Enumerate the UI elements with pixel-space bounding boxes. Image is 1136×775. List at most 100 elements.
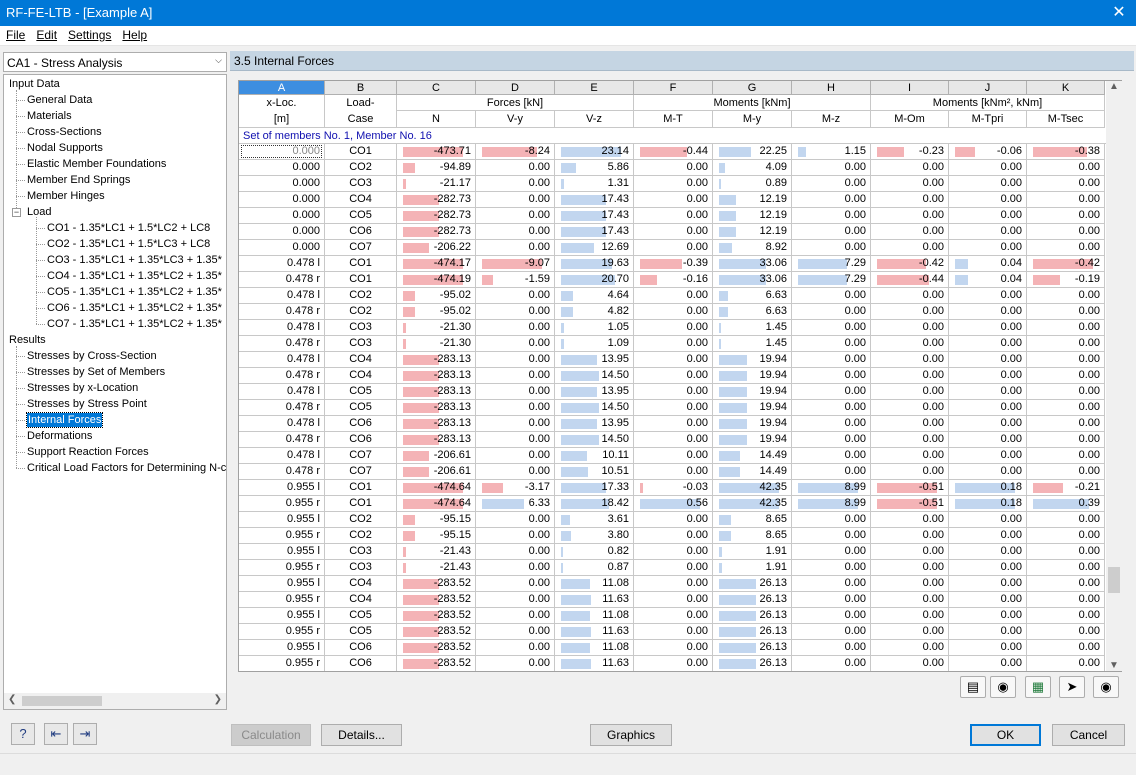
table-cell-h[interactable]: 0.00 [792, 336, 871, 352]
table-cell-f[interactable]: 0.00 [634, 608, 713, 624]
table-cell-c[interactable]: -95.15 [397, 512, 476, 528]
table-cell-b[interactable]: CO2 [325, 288, 397, 304]
table-cell-a[interactable]: 0.955 r [239, 656, 325, 671]
table-cell-j[interactable]: 0.00 [949, 352, 1027, 368]
close-icon[interactable]: ✕ [1102, 0, 1136, 26]
table-cell-h[interactable]: 7.29 [792, 256, 871, 272]
table-cell-b[interactable]: CO1 [325, 480, 397, 496]
table-cell-d[interactable]: 0.00 [476, 544, 555, 560]
table-cell-g[interactable]: 8.65 [713, 528, 792, 544]
table-cell-j[interactable]: -0.06 [949, 144, 1027, 160]
table-cell-i[interactable]: -0.51 [871, 480, 949, 496]
table-cell-j[interactable]: 0.00 [949, 576, 1027, 592]
table-cell-i[interactable]: 0.00 [871, 176, 949, 192]
table-cell-h[interactable]: 0.00 [792, 240, 871, 256]
table-cell-j[interactable]: 0.00 [949, 240, 1027, 256]
table-cell-c[interactable]: -206.22 [397, 240, 476, 256]
table-cell-c[interactable]: -206.61 [397, 448, 476, 464]
table-cell-f[interactable]: 0.00 [634, 592, 713, 608]
table-settings-icon[interactable]: ▤ [960, 676, 986, 698]
ok-button[interactable]: OK [970, 724, 1041, 746]
table-cell-c[interactable]: -282.73 [397, 224, 476, 240]
column-letter-e[interactable]: E [555, 81, 634, 95]
table-cell-k[interactable]: -0.42 [1027, 256, 1105, 272]
nav-item-input-data[interactable]: Input Data [9, 77, 60, 91]
table-cell-h[interactable]: 0.00 [792, 400, 871, 416]
table-cell-f[interactable]: 0.00 [634, 512, 713, 528]
table-cell-e[interactable]: 1.31 [555, 176, 634, 192]
table-cell-h[interactable]: 0.00 [792, 544, 871, 560]
nav-item-elastic-member-foundations[interactable]: Elastic Member Foundations [27, 157, 166, 171]
table-cell-j[interactable]: 0.00 [949, 608, 1027, 624]
table-cell-d[interactable]: 0.00 [476, 512, 555, 528]
table-cell-k[interactable]: 0.00 [1027, 432, 1105, 448]
nav-item-materials[interactable]: Materials [27, 109, 72, 123]
table-cell-c[interactable]: -283.13 [397, 400, 476, 416]
table-cell-d[interactable]: 0.00 [476, 528, 555, 544]
table-cell-b[interactable]: CO5 [325, 608, 397, 624]
table-cell-h[interactable]: 0.00 [792, 512, 871, 528]
table-cell-c[interactable]: -283.13 [397, 384, 476, 400]
table-cell-g[interactable]: 19.94 [713, 432, 792, 448]
table-cell-b[interactable]: CO7 [325, 448, 397, 464]
table-cell-j[interactable]: 0.00 [949, 560, 1027, 576]
table-cell-a[interactable]: 0.478 l [239, 384, 325, 400]
table-cell-g[interactable]: 1.91 [713, 560, 792, 576]
table-cell-k[interactable]: 0.00 [1027, 208, 1105, 224]
table-cell-g[interactable]: 33.06 [713, 272, 792, 288]
table-cell-d[interactable]: 0.00 [476, 384, 555, 400]
table-cell-f[interactable]: -0.44 [634, 144, 713, 160]
table-cell-g[interactable]: 19.94 [713, 416, 792, 432]
table-cell-b[interactable]: CO4 [325, 352, 397, 368]
table-cell-d[interactable]: 0.00 [476, 176, 555, 192]
table-cell-b[interactable]: CO6 [325, 640, 397, 656]
table-cell-b[interactable]: CO6 [325, 416, 397, 432]
table-cell-e[interactable]: 11.63 [555, 624, 634, 640]
table-cell-i[interactable]: 0.00 [871, 592, 949, 608]
table-cell-c[interactable]: -474.17 [397, 256, 476, 272]
table-cell-k[interactable]: 0.00 [1027, 576, 1105, 592]
table-cell-f[interactable]: 0.00 [634, 336, 713, 352]
table-cell-e[interactable]: 20.70 [555, 272, 634, 288]
table-cell-e[interactable]: 13.95 [555, 384, 634, 400]
table-cell-g[interactable]: 14.49 [713, 448, 792, 464]
table-cell-b[interactable]: CO1 [325, 496, 397, 512]
table-cell-f[interactable]: 0.00 [634, 640, 713, 656]
table-cell-c[interactable]: -283.52 [397, 576, 476, 592]
table-cell-c[interactable]: -21.30 [397, 336, 476, 352]
table-cell-h[interactable]: 0.00 [792, 528, 871, 544]
nav-item-results[interactable]: Results [9, 333, 46, 347]
table-cell-e[interactable]: 13.95 [555, 416, 634, 432]
nav-item-load[interactable]: Load [27, 205, 51, 219]
chevron-down-icon[interactable]: ⌵ [215, 55, 222, 66]
select-in-graphic-icon[interactable]: ➤ [1059, 676, 1085, 698]
table-cell-e[interactable]: 1.09 [555, 336, 634, 352]
table-cell-g[interactable]: 26.13 [713, 608, 792, 624]
table-cell-c[interactable]: -283.52 [397, 608, 476, 624]
table-cell-a[interactable]: 0.478 r [239, 400, 325, 416]
table-cell-h[interactable]: 0.00 [792, 416, 871, 432]
table-cell-f[interactable]: 0.00 [634, 416, 713, 432]
table-cell-d[interactable]: 0.00 [476, 640, 555, 656]
table-cell-h[interactable]: 0.00 [792, 576, 871, 592]
table-cell-g[interactable]: 12.19 [713, 224, 792, 240]
nav-item-cross-sections[interactable]: Cross-Sections [27, 125, 102, 139]
table-cell-e[interactable]: 11.08 [555, 640, 634, 656]
graphics-button[interactable]: Graphics [590, 724, 672, 746]
table-cell-g[interactable]: 12.19 [713, 208, 792, 224]
table-cell-j[interactable]: 0.00 [949, 336, 1027, 352]
table-cell-d[interactable]: 0.00 [476, 288, 555, 304]
table-cell-d[interactable]: 0.00 [476, 608, 555, 624]
table-cell-i[interactable]: 0.00 [871, 640, 949, 656]
table-cell-e[interactable]: 0.82 [555, 544, 634, 560]
table-cell-b[interactable]: CO4 [325, 368, 397, 384]
table-cell-g[interactable]: 12.19 [713, 192, 792, 208]
table-cell-a[interactable]: 0.478 r [239, 432, 325, 448]
table-cell-g[interactable]: 8.65 [713, 512, 792, 528]
table-cell-g[interactable]: 1.45 [713, 336, 792, 352]
scroll-up-icon[interactable]: ▲ [1109, 81, 1119, 92]
table-cell-f[interactable]: 0.00 [634, 448, 713, 464]
table-cell-k[interactable]: 0.00 [1027, 384, 1105, 400]
table-cell-b[interactable]: CO6 [325, 656, 397, 671]
table-cell-f[interactable]: 0.00 [634, 192, 713, 208]
